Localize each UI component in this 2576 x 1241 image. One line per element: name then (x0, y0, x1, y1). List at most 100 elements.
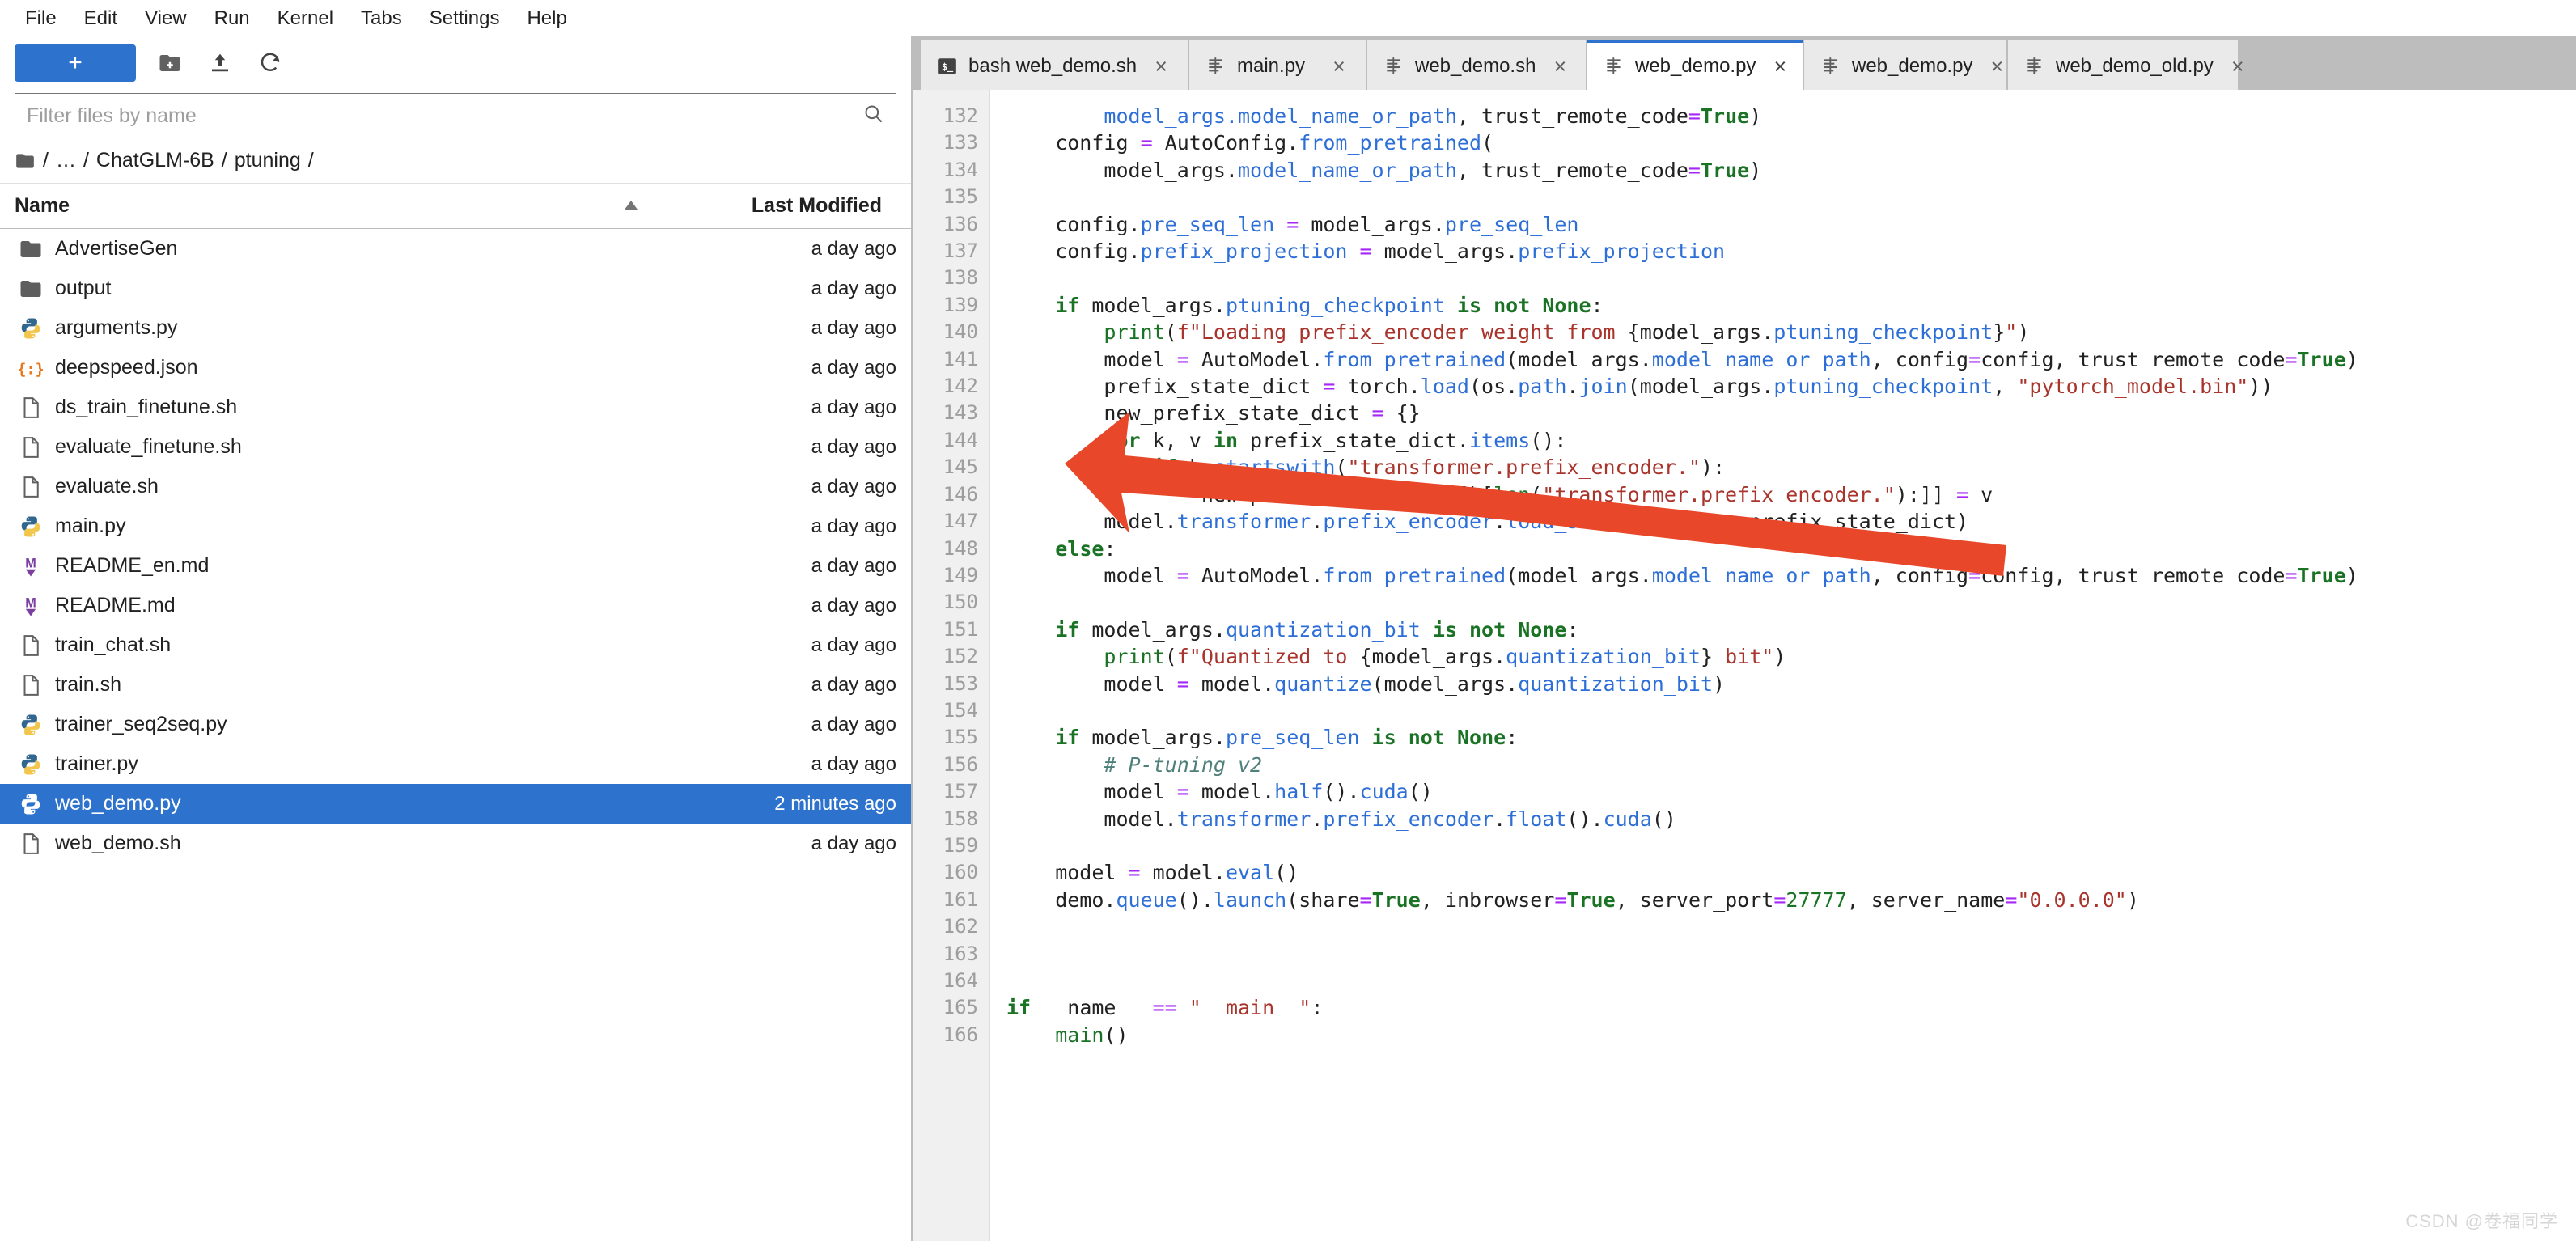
file-name: train.sh (47, 673, 676, 697)
json-icon: {:} (15, 356, 47, 380)
breadcrumb-chatglm[interactable]: ChatGLM-6B (96, 149, 214, 172)
menu-kernel[interactable]: Kernel (264, 0, 347, 36)
new-launcher-button[interactable]: + (15, 44, 136, 82)
code-text: model_args.model_name_or_path, trust_rem… (1006, 103, 2576, 1048)
close-icon[interactable]: × (1147, 54, 1175, 79)
refresh-icon[interactable] (254, 47, 286, 79)
tab-main-py[interactable]: main.py× (1189, 40, 1366, 90)
file-name: train_chat.sh (47, 633, 676, 657)
tab-web-demo-sh[interactable]: web_demo.sh× (1367, 40, 1586, 90)
file-list-item[interactable]: MREADME.mda day ago (0, 586, 911, 625)
tab-label: web_demo.py (1635, 55, 1756, 78)
file-last-modified: a day ago (676, 396, 911, 419)
menu-help[interactable]: Help (513, 0, 580, 36)
line-number: 159 (913, 832, 989, 859)
menu-tabs[interactable]: Tabs (347, 0, 416, 36)
tab-web-demo-py[interactable]: web_demo.py× (1804, 40, 2006, 90)
line-number: 147 (913, 508, 989, 535)
line-number: 140 (913, 319, 989, 345)
file-name: ds_train_finetune.sh (47, 396, 676, 419)
menu-file[interactable]: File (11, 0, 70, 36)
file-list-item[interactable]: {:}deepspeed.jsona day ago (0, 348, 911, 388)
line-number: 150 (913, 589, 989, 616)
line-number: 160 (913, 859, 989, 886)
file-list-item[interactable]: outputa day ago (0, 269, 911, 308)
file-list-item[interactable]: evaluate.sha day ago (0, 467, 911, 506)
line-number: 146 (913, 481, 989, 508)
line-number: 166 (913, 1022, 989, 1048)
csdn-watermark: CSDN @卷福同学 (2405, 1207, 2558, 1233)
line-number: 149 (913, 562, 989, 589)
upload-icon[interactable] (204, 47, 236, 79)
file-browser-panel: + (0, 36, 913, 1241)
file-name: evaluate_finetune.sh (47, 435, 676, 459)
line-number-gutter: 1321331341351361371381391401411421431441… (913, 90, 990, 1241)
menu-edit[interactable]: Edit (70, 0, 131, 36)
tab-label: web_demo_old.py (2056, 55, 2214, 78)
file-last-modified: a day ago (676, 317, 911, 340)
tab-bar: $_bash web_demo.sh×main.py×web_demo.sh×w… (913, 36, 2576, 90)
file-list-item[interactable]: web_demo.sha day ago (0, 824, 911, 863)
menu-settings[interactable]: Settings (416, 0, 514, 36)
file-list-item[interactable]: AdvertiseGena day ago (0, 229, 911, 269)
column-header-last-modified[interactable]: Last Modified (662, 194, 896, 218)
tab-web-demo-py[interactable]: web_demo.py × (1587, 40, 1803, 90)
close-icon[interactable]: × (2224, 54, 2252, 79)
file-list-item[interactable]: web_demo.py2 minutes ago (0, 784, 911, 824)
tab-web-demo-old-py[interactable]: web_demo_old.py× (2008, 40, 2238, 90)
file-name: main.py (47, 515, 676, 538)
tab-label: web_demo.py (1852, 55, 1972, 78)
line-number: 143 (913, 400, 989, 426)
line-number: 139 (913, 292, 989, 319)
file-last-modified: a day ago (676, 277, 911, 300)
file-list-item[interactable]: arguments.pya day ago (0, 308, 911, 348)
tab-bash-web-demo-sh[interactable]: $_bash web_demo.sh× (921, 40, 1188, 90)
file-icon (15, 633, 47, 658)
file-list-item[interactable]: train.sha day ago (0, 665, 911, 705)
file-name: web_demo.sh (47, 832, 676, 855)
file-name: output (47, 277, 676, 300)
filter-files-field[interactable] (15, 93, 896, 138)
close-icon[interactable]: × (1325, 54, 1353, 79)
menu-run[interactable]: Run (201, 0, 264, 36)
file-list-item[interactable]: ds_train_finetune.sha day ago (0, 388, 911, 427)
file-last-modified: a day ago (676, 714, 911, 736)
line-number: 141 (913, 346, 989, 373)
file-list-item[interactable]: trainer_seq2seq.pya day ago (0, 705, 911, 744)
file-list-item[interactable]: trainer.pya day ago (0, 744, 911, 784)
line-number: 158 (913, 806, 989, 832)
file-last-modified: a day ago (676, 634, 911, 657)
search-input[interactable] (27, 104, 856, 128)
folder-icon (15, 237, 47, 261)
line-number: 156 (913, 752, 989, 778)
code-editor[interactable]: 1321331341351361371381391401411421431441… (913, 90, 2576, 1241)
close-icon[interactable]: × (1766, 54, 1794, 79)
menu-view[interactable]: View (131, 0, 201, 36)
file-last-modified: a day ago (676, 753, 911, 776)
code-content[interactable]: model_args.model_name_or_path, trust_rem… (990, 90, 2576, 1241)
markdown-icon: M (15, 554, 47, 578)
file-last-modified: a day ago (676, 595, 911, 617)
file-list-item[interactable]: train_chat.sha day ago (0, 625, 911, 665)
folder-icon[interactable] (15, 149, 36, 172)
breadcrumb-root[interactable]: / (43, 149, 49, 172)
file-last-modified: a day ago (676, 515, 911, 538)
python-icon (15, 316, 47, 341)
breadcrumb-ptuning[interactable]: ptuning (235, 149, 301, 172)
text-editor-icon (1205, 56, 1227, 77)
svg-text:{:}: {:} (19, 361, 43, 378)
new-folder-icon[interactable] (154, 47, 186, 79)
file-list-item[interactable]: MREADME_en.mda day ago (0, 546, 911, 586)
close-icon[interactable]: × (1983, 54, 2010, 79)
file-list-item[interactable]: evaluate_finetune.sha day ago (0, 427, 911, 467)
close-icon[interactable]: × (1546, 54, 1574, 79)
line-number: 138 (913, 265, 989, 291)
breadcrumb: / … / ChatGLM-6B / ptuning / (0, 138, 911, 184)
file-list-item[interactable]: main.pya day ago (0, 506, 911, 546)
file-last-modified: a day ago (676, 555, 911, 578)
line-number: 154 (913, 697, 989, 724)
tab-label: bash web_demo.sh (968, 55, 1137, 78)
column-header-name[interactable]: Name (15, 194, 662, 218)
breadcrumb-sep-3: / (308, 149, 314, 172)
breadcrumb-ellipsis[interactable]: … (56, 149, 76, 172)
